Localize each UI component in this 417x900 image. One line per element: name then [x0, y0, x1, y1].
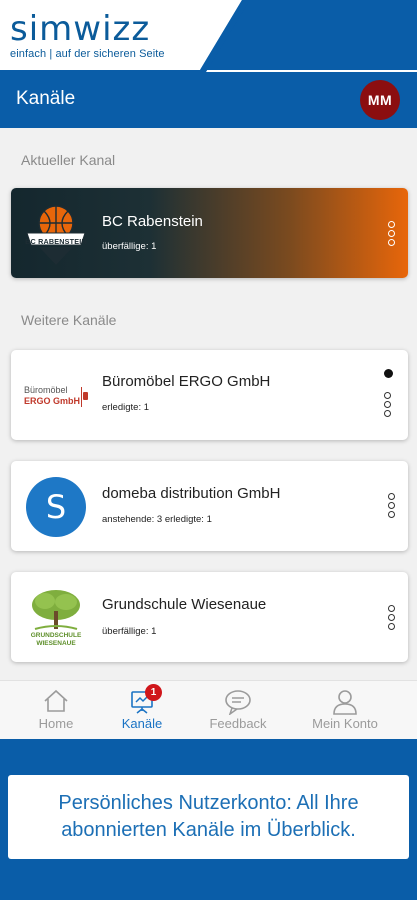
logo-word-sim: sim — [10, 9, 74, 49]
current-channel-menu-icon[interactable] — [385, 221, 399, 249]
promo-text: Persönliches Nutzerkonto: All Ihre abonn… — [58, 792, 359, 841]
page-title: Kanäle — [16, 88, 76, 109]
domeba-logo-letter: S — [26, 477, 86, 537]
channel-card-bueromoebel-ergo[interactable]: Büromöbel ERGO GmbH Büromöbel ERGO GmbH … — [11, 350, 408, 440]
bc-rabenstein-logo-text: BC RABENSTEIN — [25, 237, 87, 246]
channel-card-grundschule-wiesenaue[interactable]: GRUNDSCHULE WIESENAUE Grundschule Wiesen… — [11, 572, 408, 662]
channel-status: überfällige: 1 — [102, 626, 157, 637]
grundschule-wiesenaue-logo: GRUNDSCHULE WIESENAUE — [21, 583, 91, 653]
further-channels-heading: Weitere Kanäle — [21, 312, 117, 328]
nav-account-label: Mein Konto — [312, 716, 378, 731]
current-channel-name: BC Rabenstein — [102, 213, 203, 230]
channel-menu-icon[interactable] — [385, 493, 399, 521]
nav-feedback[interactable]: Feedback — [186, 681, 290, 740]
ergo-logo-line2: ERGO GmbH — [23, 396, 80, 406]
user-avatar[interactable]: MM — [360, 80, 400, 120]
channels-notification-badge: 1 — [145, 684, 162, 701]
current-channel-card[interactable]: BC RABENSTEIN BC Rabenstein überfällige:… — [11, 188, 408, 278]
current-channel-heading: Aktueller Kanal — [21, 152, 116, 168]
channel-name: domeba distribution GmbH — [102, 485, 281, 502]
account-icon — [333, 690, 357, 715]
channel-name: Grundschule Wiesenaue — [102, 596, 267, 613]
channel-list: Aktueller Kanal BC RABENSTEIN BC Rabenst… — [0, 128, 417, 680]
school-logo-line2: WIESENAUE — [36, 640, 76, 647]
ergo-logo-line1: Büromöbel — [23, 385, 68, 395]
nav-channels-label: Kanäle — [121, 716, 163, 731]
channel-name: Büromöbel ERGO GmbH — [102, 373, 271, 390]
bottom-navigation: Home Kanäle Feedback Mein Konto — [0, 680, 417, 739]
channel-menu-icon[interactable] — [385, 605, 399, 633]
logo-word-wizz: wizz — [73, 9, 151, 49]
channel-menu-icon[interactable] — [381, 392, 395, 420]
channel-card-domeba[interactable]: S domeba distribution GmbH anstehende: 3… — [11, 461, 408, 551]
logo-tagline: einfach | auf der sicheren Seite — [10, 48, 165, 60]
home-icon — [44, 689, 68, 712]
nav-channels[interactable]: Kanäle — [90, 681, 194, 740]
bueromoebel-ergo-logo: Büromöbel ERGO GmbH — [21, 361, 91, 431]
school-logo-line1: GRUNDSCHULE — [30, 632, 82, 639]
simwizz-logo: simwizz einfach | auf der sicheren Seite — [10, 12, 165, 60]
nav-account[interactable]: Mein Konto — [293, 681, 397, 740]
current-channel-status: überfällige: 1 — [102, 241, 157, 252]
promo-banner: Persönliches Nutzerkonto: All Ihre abonn… — [8, 775, 409, 859]
channel-status: erledigte: 1 — [102, 402, 150, 413]
channel-status: anstehende: 3 erledigte: 1 — [102, 514, 212, 525]
domeba-logo: S — [21, 472, 91, 542]
bc-rabenstein-logo: BC RABENSTEIN — [21, 199, 91, 269]
nav-feedback-label: Feedback — [209, 716, 267, 731]
feedback-icon — [225, 690, 251, 715]
app-header: Kanäle — [0, 72, 417, 128]
unread-indicator — [384, 369, 393, 378]
